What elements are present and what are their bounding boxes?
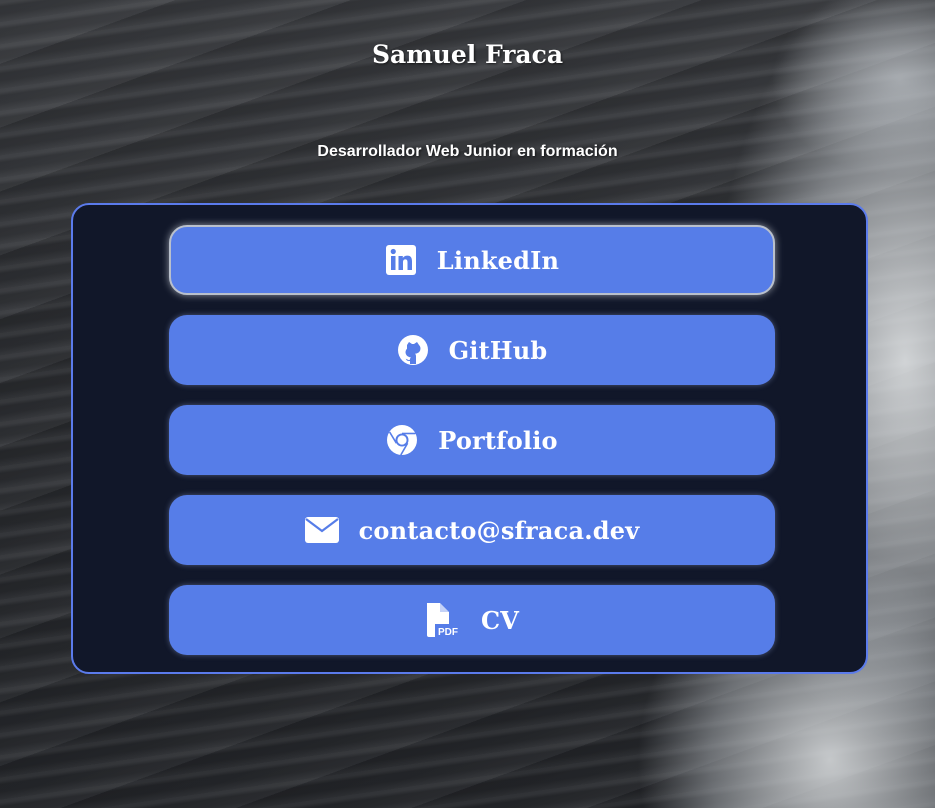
page-title: Samuel Fraca	[371, 40, 564, 69]
linkedin-button[interactable]: LinkedIn	[169, 225, 775, 295]
github-button[interactable]: GitHub	[169, 315, 775, 385]
chrome-icon	[386, 424, 418, 456]
email-button[interactable]: contacto@sfraca.dev	[169, 495, 775, 565]
links-card: LinkedIn GitHub Portfolio contacto@sfrac…	[71, 203, 868, 674]
page-subtitle: Desarrollador Web Junior en formación	[317, 143, 618, 160]
github-label: GitHub	[448, 335, 548, 365]
cv-button[interactable]: PDF CV	[169, 585, 775, 655]
envelope-icon	[304, 517, 339, 543]
svg-text:PDF: PDF	[438, 627, 458, 638]
linkedin-label: LinkedIn	[436, 245, 560, 275]
portfolio-label: Portfolio	[438, 425, 558, 455]
portfolio-button[interactable]: Portfolio	[169, 405, 775, 475]
github-icon	[397, 334, 429, 366]
linkedin-icon	[385, 244, 417, 276]
cv-label: CV	[480, 605, 520, 635]
email-label: contacto@sfraca.dev	[358, 515, 640, 545]
pdf-file-icon: PDF	[425, 602, 461, 638]
